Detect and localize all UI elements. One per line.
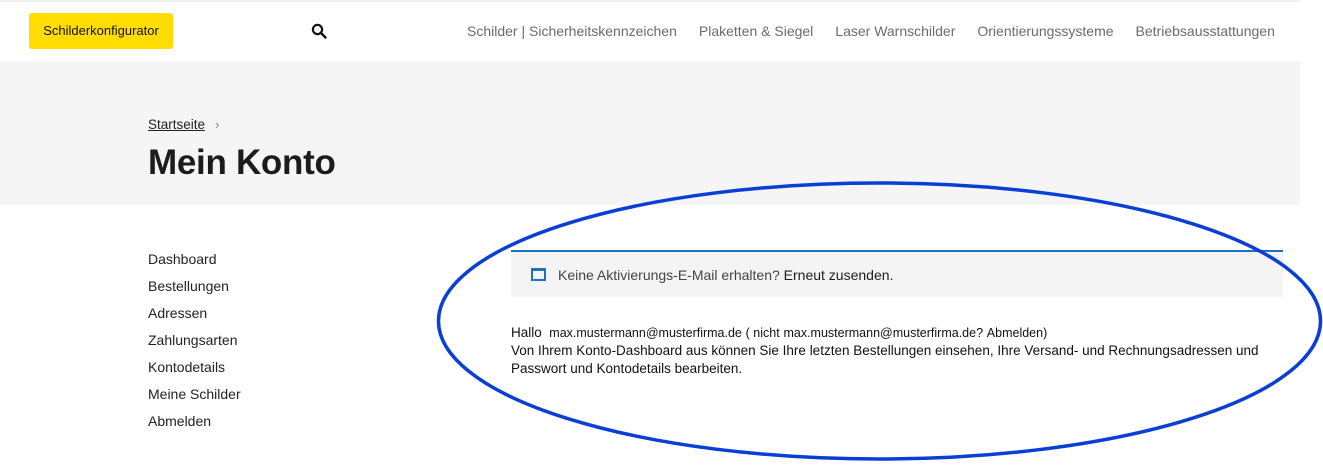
not-email: max.mustermann@musterfirma.de? xyxy=(783,326,984,340)
search-icon[interactable] xyxy=(311,23,327,39)
sidebar-item-meine-schilder[interactable]: Meine Schilder xyxy=(148,385,241,412)
nav-item-laser[interactable]: Laser Warnschilder xyxy=(835,22,955,40)
breadcrumb: Startseite › xyxy=(148,117,219,132)
nav-item-plaketten[interactable]: Plaketten & Siegel xyxy=(699,22,813,40)
logout-link[interactable]: Abmelden) xyxy=(987,326,1047,340)
user-email: max.mustermann@musterfirma.de xyxy=(549,326,742,340)
sidebar-item-abmelden[interactable]: Abmelden xyxy=(148,412,241,439)
breadcrumb-home-link[interactable]: Startseite xyxy=(148,117,205,132)
notice-message: Keine Aktivierungs-E-Mail erhalten? Erne… xyxy=(558,267,893,283)
hello-text: Hallo xyxy=(511,325,542,340)
nav-item-betriebsausstattungen[interactable]: Betriebsausstattungen xyxy=(1136,22,1275,40)
window-icon xyxy=(531,268,546,281)
annotation-oval xyxy=(436,181,1323,461)
account-sidebar: Dashboard Bestellungen Adressen Zahlungs… xyxy=(148,250,241,439)
not-prefix: ( nicht xyxy=(745,326,780,340)
notice-text: Keine Aktivierungs-E-Mail erhalten? xyxy=(558,267,780,283)
dashboard-description: Von Ihrem Konto-Dashboard aus können Sie… xyxy=(511,343,1259,376)
sidebar-item-zahlungsarten[interactable]: Zahlungsarten xyxy=(148,331,241,358)
chevron-right-icon: › xyxy=(215,117,220,132)
resend-link[interactable]: Erneut zusenden. xyxy=(784,267,894,283)
sidebar-item-kontodetails[interactable]: Kontodetails xyxy=(148,358,241,385)
configurator-button[interactable]: Schilderkonfigurator xyxy=(29,13,173,49)
activation-notice: Keine Aktivierungs-E-Mail erhalten? Erne… xyxy=(511,250,1283,297)
sidebar-item-adressen[interactable]: Adressen xyxy=(148,304,241,331)
nav-item-schilder[interactable]: Schilder | Sicherheitskennzeichen xyxy=(467,22,677,40)
nav-item-orientierung[interactable]: Orientierungssysteme xyxy=(977,22,1113,40)
sidebar-item-dashboard[interactable]: Dashboard xyxy=(148,250,241,277)
site-header: Schilderkonfigurator Schilder | Sicherhe… xyxy=(0,2,1300,61)
dashboard-greeting: Hallo max.mustermann@musterfirma.de ( ni… xyxy=(511,324,1291,378)
main-nav: Schilder | Sicherheitskennzeichen Plaket… xyxy=(467,22,1275,40)
page-title: Mein Konto xyxy=(148,143,336,182)
sidebar-item-bestellungen[interactable]: Bestellungen xyxy=(148,277,241,304)
page-hero: Startseite › Mein Konto xyxy=(0,61,1300,205)
greeting-line: Hallo max.mustermann@musterfirma.de ( ni… xyxy=(511,324,1291,342)
